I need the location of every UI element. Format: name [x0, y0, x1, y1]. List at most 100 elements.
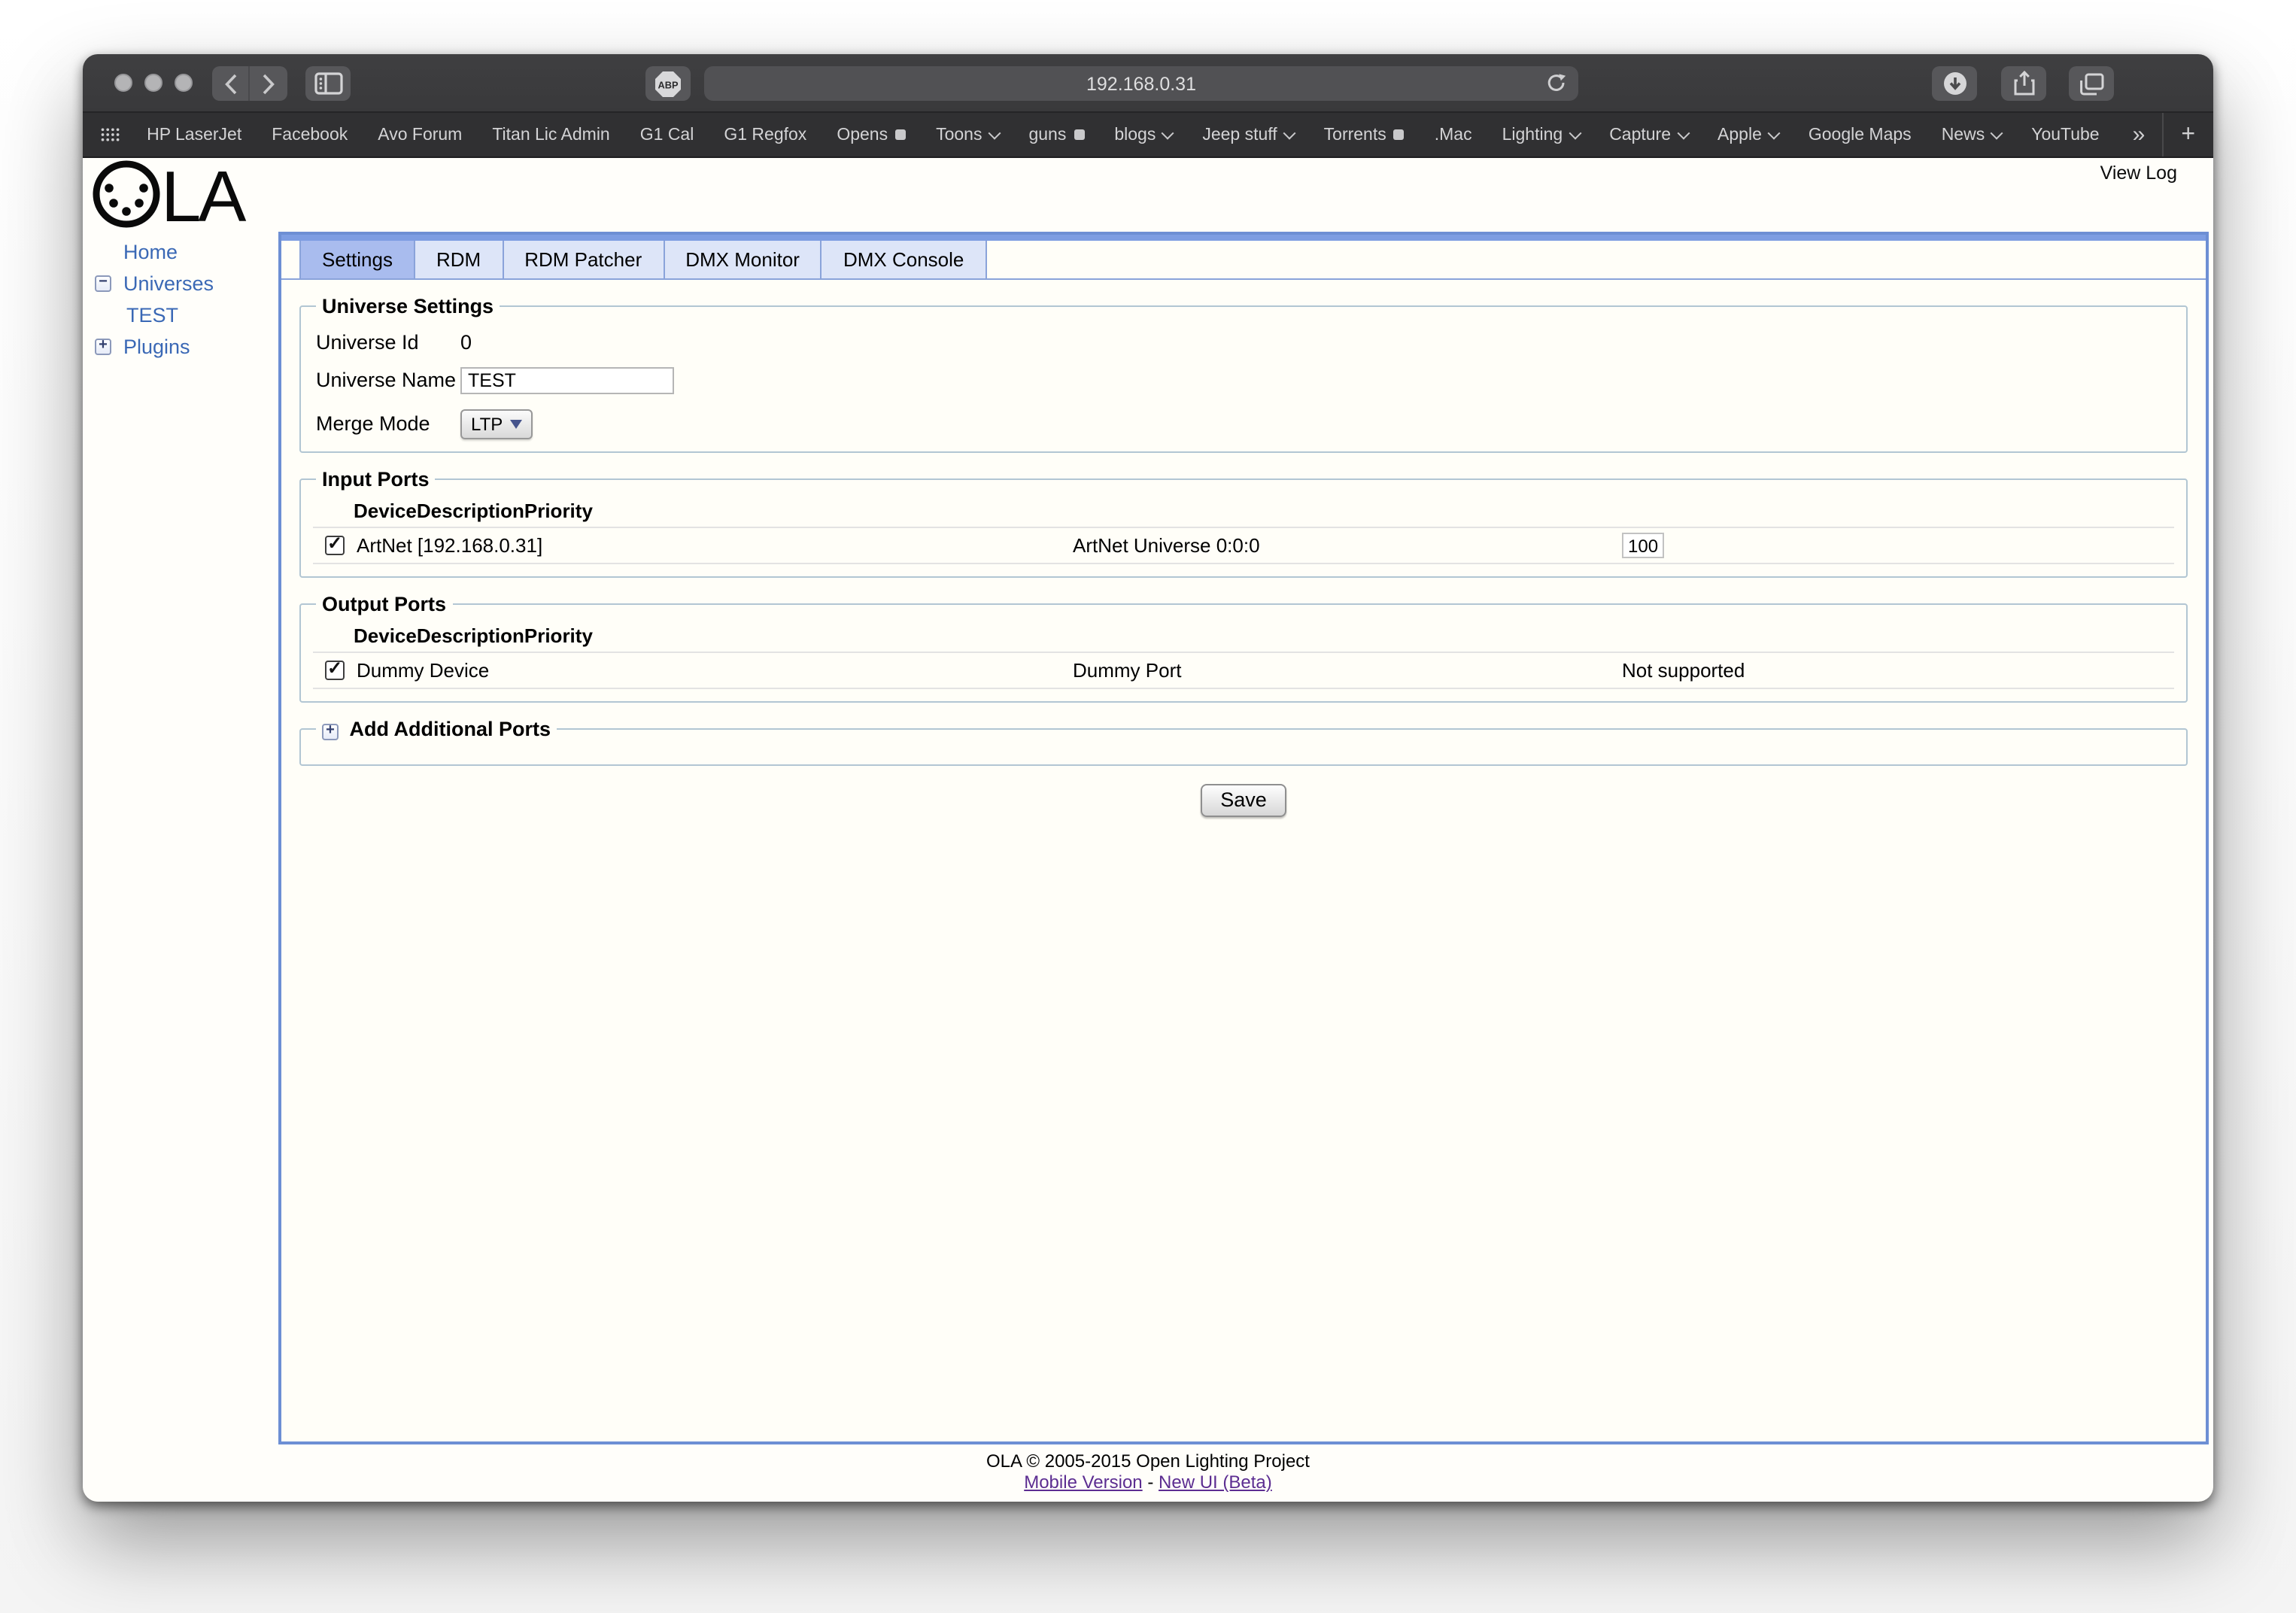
sidebar-toggle-button[interactable] [305, 66, 351, 101]
bookmark-label: guns [1028, 126, 1067, 144]
bookmark-label: Toons [936, 126, 982, 144]
bookmark-item[interactable]: News [1927, 126, 2017, 144]
merge-mode-select[interactable]: LTP [460, 409, 533, 439]
bookmark-item[interactable]: Jeep stuff [1187, 126, 1308, 144]
downloads-button[interactable] [1932, 66, 1977, 101]
reload-button[interactable] [1547, 72, 1566, 98]
bookmark-item[interactable]: Lighting [1487, 126, 1595, 144]
adblock-button[interactable]: ABP [645, 66, 691, 101]
tab-dmx-monitor[interactable]: DMX Monitor [664, 241, 822, 278]
bookmarks-grid-icon[interactable] [101, 126, 120, 143]
chevron-down-icon [1990, 126, 2003, 139]
bookmark-label: Lighting [1502, 126, 1563, 144]
panel-top-strip [281, 235, 2206, 241]
universe-name-label: Universe Name [316, 369, 457, 391]
bookmark-item[interactable]: Avo Forum [363, 126, 477, 144]
bookmark-item[interactable]: .Mac [1420, 126, 1487, 144]
universe-name-row: Universe Name [316, 364, 2174, 396]
sidebar-icon [314, 72, 342, 95]
sidebar-nav: Home − Universes TEST + Plugins [83, 236, 214, 363]
merge-mode-row: Merge Mode LTP [316, 408, 2174, 439]
browser-titlebar: ABP 192.168.0.31 [83, 54, 2213, 113]
bookmark-label: Capture [1609, 126, 1672, 144]
bookmark-label: G1 Cal [639, 126, 694, 144]
universe-id-label: Universe Id [316, 331, 419, 354]
svg-text:LA: LA [161, 158, 246, 232]
bookmark-item[interactable]: Titan Lic Admin [477, 126, 624, 144]
bookmark-item[interactable]: blogs [1099, 126, 1187, 144]
bookmark-label: .Mac [1434, 126, 1472, 144]
view-log-link[interactable]: View Log [2100, 163, 2177, 184]
output-ports-legend: Output Ports [322, 593, 446, 615]
device-name: ArtNet [192.168.0.31] [357, 534, 543, 557]
priority-column-header: Priority [524, 624, 593, 646]
bookmark-item[interactable]: guns [1013, 126, 1099, 144]
close-window-button[interactable] [114, 74, 132, 92]
bookmark-item[interactable]: Opens [822, 126, 921, 144]
add-additional-ports-fieldset: + Add Additional Ports [299, 718, 2188, 766]
footer-links: Mobile Version - New UI (Beta) [83, 1472, 2213, 1493]
port-description: ArtNet Universe 0:0:0 [1073, 534, 1260, 557]
priority-cell [1622, 533, 2174, 558]
save-button[interactable]: Save [1201, 784, 1286, 817]
port-enable-checkbox[interactable] [325, 533, 345, 555]
expand-toggle-icon[interactable]: + [95, 338, 111, 355]
ola-logo: LA [93, 158, 249, 232]
tabs-overview-icon [2079, 72, 2103, 95]
bookmark-item[interactable]: HP LaserJet [132, 126, 257, 144]
port-enable-checkbox[interactable] [325, 658, 345, 680]
bookmarks-overflow-button[interactable]: » [2115, 122, 2162, 147]
bookmark-item[interactable]: G1 Regfox [709, 126, 822, 144]
sidebar-item-plugins[interactable]: + Plugins [83, 331, 214, 363]
output-port-row: Dummy Device Dummy Port Not supported [313, 652, 2174, 689]
bookmark-label: Apple [1717, 126, 1762, 144]
bookmark-label: News [1941, 126, 1985, 144]
collapse-toggle-icon[interactable]: − [95, 275, 111, 292]
bookmark-label: Facebook [272, 126, 348, 144]
sidebar-item-home[interactable]: Home [83, 236, 214, 268]
new-ui-beta-link[interactable]: New UI (Beta) [1159, 1472, 1272, 1493]
share-button[interactable] [2001, 66, 2046, 101]
url-text: 192.168.0.31 [1086, 73, 1196, 94]
bookmark-item[interactable]: Facebook [257, 126, 363, 144]
universe-panel: Settings RDM RDM Patcher DMX Monitor DMX… [278, 232, 2209, 1444]
bookmark-label: G1 Regfox [724, 126, 807, 144]
priority-input[interactable] [1622, 533, 1664, 558]
adblock-abp-icon: ABP [655, 71, 681, 96]
expand-toggle-icon[interactable]: + [322, 723, 339, 740]
mobile-version-link[interactable]: Mobile Version [1024, 1472, 1142, 1493]
sidebar-item-test-universe[interactable]: TEST [83, 299, 214, 331]
tab-bar: Settings RDM RDM Patcher DMX Monitor DMX… [281, 241, 2206, 280]
tab-rdm[interactable]: RDM [415, 241, 504, 278]
save-bar: Save [281, 784, 2206, 817]
address-bar[interactable]: 192.168.0.31 [704, 66, 1578, 101]
minimize-window-button[interactable] [144, 74, 162, 92]
tab-settings[interactable]: Settings [299, 241, 415, 278]
universe-settings-legend: Universe Settings [322, 295, 494, 317]
bookmark-item[interactable]: Google Maps [1793, 126, 1927, 144]
chevron-down-icon [987, 126, 1001, 139]
bookmark-item[interactable]: Apple [1702, 126, 1793, 144]
description-column-header: Description [416, 499, 524, 521]
bookmark-folder-icon [895, 129, 907, 140]
bookmark-item[interactable]: Capture [1594, 126, 1702, 144]
sidebar-item-universes[interactable]: − Universes [83, 268, 214, 299]
bookmark-label: Jeep stuff [1202, 126, 1277, 144]
tab-dmx-console[interactable]: DMX Console [822, 241, 987, 278]
select-arrow-icon [510, 419, 523, 428]
bookmark-item[interactable]: Toons [921, 126, 1013, 144]
back-button[interactable] [212, 66, 250, 101]
bookmark-item[interactable]: YouTube [2016, 126, 2114, 144]
merge-mode-value: LTP [471, 413, 503, 434]
output-ports-header: Device Description Priority [313, 618, 2174, 652]
bookmark-label: Opens [837, 126, 888, 144]
tab-rdm-patcher[interactable]: RDM Patcher [503, 241, 665, 278]
bookmark-item[interactable]: G1 Cal [625, 126, 709, 144]
zoom-window-button[interactable] [175, 74, 193, 92]
universe-name-input[interactable] [460, 366, 674, 393]
bookmark-item[interactable]: Torrents [1309, 126, 1420, 144]
new-tab-button[interactable]: + [2163, 121, 2213, 148]
forward-button[interactable] [250, 66, 287, 101]
input-ports-legend: Input Ports [322, 468, 430, 491]
tab-overview-button[interactable] [2069, 66, 2114, 101]
